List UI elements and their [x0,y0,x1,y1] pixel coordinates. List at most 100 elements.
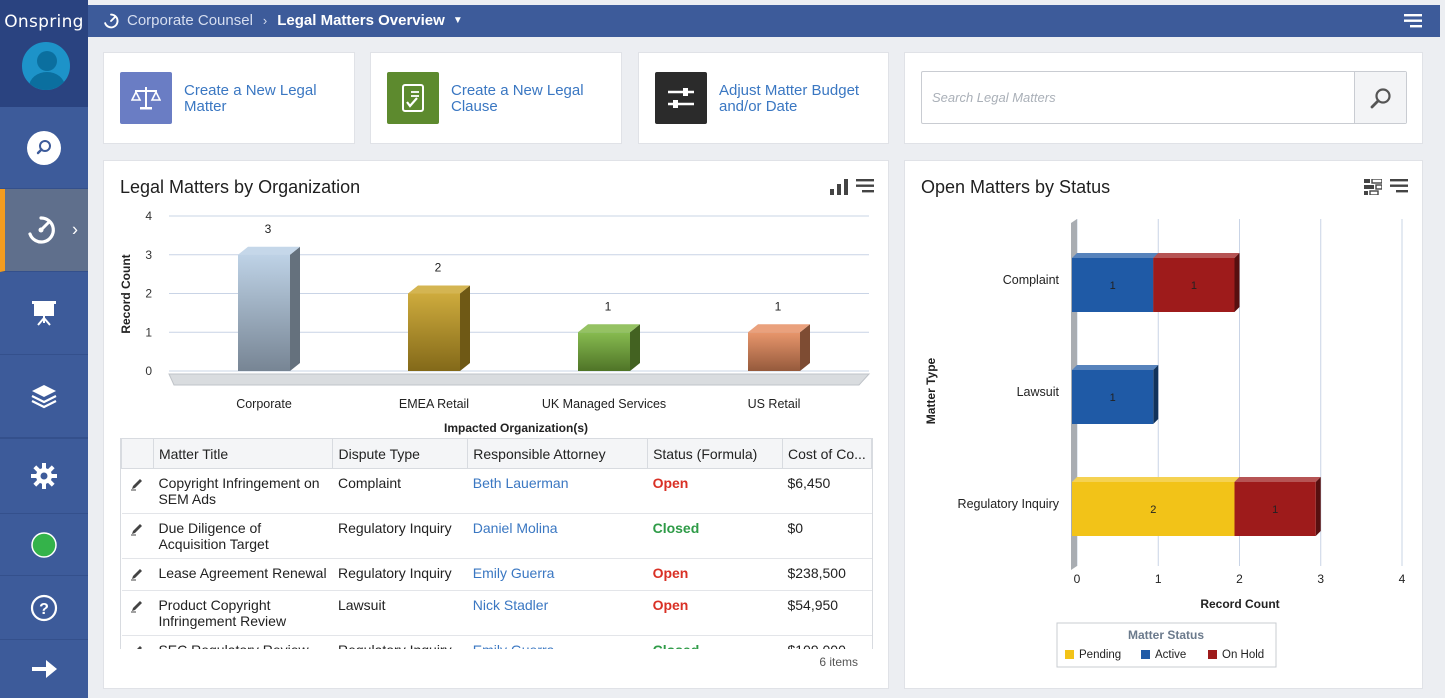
pencil-icon[interactable] [121,590,154,636]
bar-top [748,324,810,333]
cell-status: Open [647,590,783,636]
x-tick-label: US Retail [748,397,801,411]
matters-table-wrapper: Matter Title Dispute Type Responsible At… [120,438,873,649]
bar-front [408,293,460,371]
cell-dispute-type: Regulatory Inquiry [332,513,468,559]
search-input[interactable] [922,72,1355,123]
bar-front [578,332,630,371]
y-tick-label: 3 [145,248,152,262]
presentation-icon [32,301,56,326]
column-header[interactable]: Status (Formula) [647,438,783,469]
column-header[interactable]: Dispute Type [332,438,469,469]
gear-icon [31,463,57,489]
items-count: 6 items [819,655,858,669]
action-label[interactable]: Create a New Legal Clause [451,83,611,115]
legend-swatch [1141,650,1150,659]
page-title[interactable]: Legal Matters Overview [277,12,445,29]
y-tick-label: 2 [145,287,152,301]
sidebar-item-settings[interactable] [0,438,88,514]
bar-top [408,285,470,294]
pencil-icon[interactable] [121,513,154,559]
sidebar-item-presentation[interactable] [0,272,88,355]
menu-icon[interactable] [1404,14,1422,28]
pencil-icon[interactable] [121,558,154,591]
segment-top [1153,253,1240,258]
search-button[interactable] [1354,72,1406,123]
bar [408,285,470,371]
table-row[interactable]: Due Diligence of Acquisition Target Regul… [121,513,872,559]
sidebar-item-search[interactable] [0,107,88,189]
y-axis-label: Record Count [119,254,133,333]
x-axis-label: Impacted Organization(s) [444,421,588,435]
data-label: 1 [1110,280,1116,292]
legend-swatch [1065,650,1074,659]
cell-attorney[interactable]: Emily Guerra [467,558,648,591]
top-bar: Corporate Counsel › Legal Matters Overvi… [88,5,1440,37]
segment-top [1072,365,1159,370]
svg-text:?: ? [39,601,49,618]
breadcrumb-app[interactable]: Corporate Counsel [127,12,253,29]
arrow-right-icon [32,660,57,678]
sidebar-item-help[interactable]: ? [0,576,88,640]
x-tick-label: Corporate [236,397,292,411]
segment-side [1315,477,1321,536]
table-row[interactable]: Product Copyright Infringement Review Law… [121,590,872,636]
segment-side [1153,365,1159,424]
action-label[interactable]: Create a New Legal Matter [184,83,344,115]
caret-down-icon[interactable]: ▼ [453,15,463,26]
pencil-icon[interactable] [121,468,154,514]
cell-matter-title: SEC Regulatory Review [153,635,333,649]
cell-attorney[interactable]: Emily Guerra [467,635,648,649]
action-card-new-matter[interactable]: Create a New Legal Matter [103,52,355,144]
column-header[interactable]: Cost of Co... [781,438,872,469]
bar-front [238,254,290,371]
cell-attorney[interactable]: Beth Lauerman [467,468,648,514]
cell-status: Closed [647,635,783,649]
data-label: 1 [775,299,782,313]
data-label: 2 [435,261,442,275]
cell-dispute-type: Complaint [332,468,468,514]
cell-cost: $54,950 [782,590,872,636]
cell-dispute-type: Regulatory Inquiry [332,558,468,591]
cell-attorney[interactable]: Daniel Molina [467,513,648,559]
avatar[interactable] [20,40,72,92]
dashboard-icon [27,216,55,244]
table-row[interactable]: Copyright Infringement on SEM Ads Complai… [121,468,872,514]
action-label[interactable]: Adjust Matter Budget and/or Date [719,83,869,115]
bar-side [800,324,810,371]
help-icon: ? [30,594,58,621]
column-header[interactable]: Matter Title [152,438,334,469]
cell-attorney[interactable]: Nick Stadler [467,590,648,636]
dashboard-icon [104,13,119,28]
sidebar-item-dashboard[interactable]: › [0,189,88,272]
table-row[interactable]: Lease Agreement Renewal Regulatory Inquir… [121,558,872,591]
sidebar-item-layers[interactable] [0,355,88,438]
sidebar: Onspring › ? [0,0,88,698]
y-tick-label: Lawsuit [1017,385,1060,399]
data-label: 2 [1150,504,1156,516]
cell-cost: $109,000 [782,635,872,649]
cell-matter-title: Copyright Infringement on SEM Ads [153,468,333,514]
bar-side [460,285,470,371]
org-panel: Legal Matters by Organization 0 1 2 3 4 Recor… [103,160,889,689]
pencil-icon[interactable] [121,635,154,649]
cell-cost: $6,450 [782,468,872,514]
legend-label: On Hold [1222,649,1264,661]
table-row[interactable]: SEC Regulatory ReviewRegulatory InquiryE… [121,635,872,649]
segment-top [1234,477,1321,482]
sidebar-header: Onspring [0,0,88,107]
sidebar-item-status[interactable] [0,514,88,576]
x-tick-label: 1 [1155,572,1162,586]
y-tick-label: 4 [145,209,152,223]
action-card-adjust-budget[interactable]: Adjust Matter Budget and/or Date [638,52,889,144]
action-card-new-clause[interactable]: Create a New Legal Clause [370,52,622,144]
logo[interactable]: Onspring [0,12,88,32]
edit-column-header [121,438,154,469]
cell-dispute-type: Regulatory Inquiry [332,635,468,649]
bar-top [238,246,300,255]
cell-matter-title: Product Copyright Infringement Review [153,590,333,636]
column-header[interactable]: Responsible Attorney [467,438,649,469]
x-tick-label: EMEA Retail [399,397,469,411]
sidebar-item-logout[interactable] [0,640,88,698]
y-tick-label: Complaint [1003,273,1060,287]
